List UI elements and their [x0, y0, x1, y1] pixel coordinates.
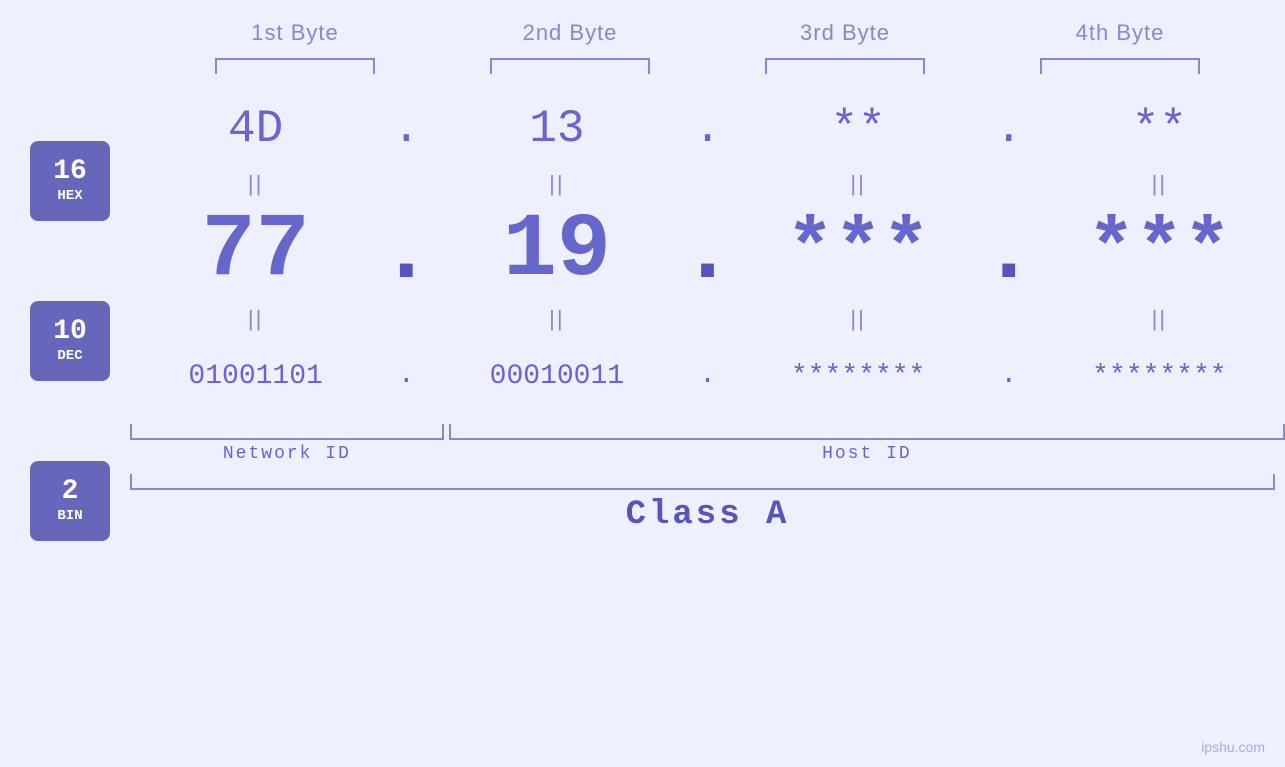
equals-row-2: || || || ||: [130, 301, 1285, 336]
dec-badge-num: 10: [53, 318, 87, 346]
hex-b2-cell: 13: [431, 103, 682, 155]
dec-badge: 10 DEC: [30, 301, 110, 381]
network-bracket: [130, 424, 444, 440]
byte-headers: 1st Byte 2nd Byte 3rd Byte 4th Byte: [158, 20, 1258, 46]
class-bracket: [130, 474, 1275, 490]
hex-badge: 16 HEX: [30, 141, 110, 221]
data-rows: 4D . 13 . ** . **: [130, 81, 1285, 534]
hex-b3-cell: **: [733, 103, 984, 155]
dec-dot3: .: [984, 209, 1034, 294]
host-id-label: Host ID: [449, 444, 1285, 464]
watermark: ipshu.com: [1201, 739, 1265, 755]
eq1-b1-val: ||: [130, 171, 381, 197]
equals-row-1: || || || ||: [130, 166, 1285, 201]
hex-b2-value: 13: [529, 103, 584, 155]
bin-badge: 2 BIN: [30, 461, 110, 541]
dec-b3-value: ***: [786, 206, 930, 297]
eq1-b2: ||: [431, 171, 682, 197]
top-brackets: [158, 56, 1258, 76]
bin-badge-num: 2: [62, 478, 79, 506]
bin-badge-label: BIN: [57, 508, 82, 524]
bin-dot3: .: [984, 362, 1034, 390]
content-area: 16 HEX 10 DEC 2 BIN 4D .: [0, 81, 1285, 767]
byte3-header: 3rd Byte: [708, 20, 983, 46]
bin-b2-value: 00010011: [490, 361, 624, 392]
dec-b1-cell: 77: [130, 200, 381, 302]
hex-b1-cell: 4D: [130, 103, 381, 155]
bracket-cell-1: [158, 56, 433, 76]
main-container: 1st Byte 2nd Byte 3rd Byte 4th Byte 16 H…: [0, 0, 1285, 767]
hex-b1-value: 4D: [228, 103, 283, 155]
dec-b3-cell: ***: [733, 206, 984, 297]
dec-b2-value: 19: [503, 200, 611, 302]
byte2-header: 2nd Byte: [433, 20, 708, 46]
bracket-cell-3: [708, 56, 983, 76]
top-bracket-4: [1040, 58, 1200, 74]
eq1-b4: ||: [1034, 171, 1285, 197]
top-bracket-2: [490, 58, 650, 74]
bin-b4-value: ********: [1092, 361, 1226, 392]
bin-b3-cell: ********: [733, 361, 984, 392]
dec-b4-value: ***: [1087, 206, 1231, 297]
hex-dot2: .: [683, 106, 733, 152]
byte1-header: 1st Byte: [158, 20, 433, 46]
eq2-b2-val: ||: [431, 306, 682, 332]
eq2-b4: ||: [1034, 306, 1285, 332]
bin-row: 01001101 . 00010011 . ******** .: [130, 336, 1285, 416]
hex-dot3: .: [984, 106, 1034, 152]
eq2-b1: ||: [130, 306, 381, 332]
eq2-b1-val: ||: [130, 306, 381, 332]
network-id-label: Network ID: [130, 444, 444, 464]
top-bracket-3: [765, 58, 925, 74]
bin-dot2: .: [683, 362, 733, 390]
bin-b1-cell: 01001101: [130, 361, 381, 392]
bottom-brackets-container: [130, 424, 1285, 440]
eq2-b3-val: ||: [733, 306, 984, 332]
bin-b4-cell: ********: [1034, 361, 1285, 392]
eq2-b2: ||: [431, 306, 682, 332]
eq1-b1: ||: [130, 171, 381, 197]
dec-row: 77 . 19 . *** . ***: [130, 201, 1285, 301]
eq2-b3: ||: [733, 306, 984, 332]
top-bracket-1: [215, 58, 375, 74]
hex-b4-cell: **: [1034, 103, 1285, 155]
dec-badge-label: DEC: [57, 348, 82, 364]
eq2-b4-val: ||: [1034, 306, 1285, 332]
bin-b3-value: ********: [791, 361, 925, 392]
class-label-container: Class A: [130, 496, 1285, 534]
hex-row: 4D . 13 . ** . **: [130, 91, 1285, 166]
host-bracket: [449, 424, 1285, 440]
eq1-b4-val: ||: [1034, 171, 1285, 197]
hex-badge-label: HEX: [57, 188, 82, 204]
bracket-cell-2: [433, 56, 708, 76]
dec-b4-cell: ***: [1034, 206, 1285, 297]
dec-dot2: .: [683, 209, 733, 294]
dec-b2-cell: 19: [431, 200, 682, 302]
bottom-labels: Network ID Host ID: [130, 444, 1285, 464]
hex-dot1: .: [381, 106, 431, 152]
eq1-b3: ||: [733, 171, 984, 197]
dec-b1-value: 77: [202, 200, 310, 302]
hex-b4-value: **: [1132, 103, 1187, 155]
bin-b2-cell: 00010011: [431, 361, 682, 392]
eq1-b2-val: ||: [431, 171, 682, 197]
dec-dot1: .: [381, 209, 431, 294]
bin-b1-value: 01001101: [188, 361, 322, 392]
badges-column: 16 HEX 10 DEC 2 BIN: [0, 81, 130, 581]
bracket-cell-4: [983, 56, 1258, 76]
eq1-b3-val: ||: [733, 171, 984, 197]
class-label: Class A: [626, 496, 790, 534]
hex-b3-value: **: [831, 103, 886, 155]
byte4-header: 4th Byte: [983, 20, 1258, 46]
bin-dot1: .: [381, 362, 431, 390]
hex-badge-num: 16: [53, 158, 87, 186]
